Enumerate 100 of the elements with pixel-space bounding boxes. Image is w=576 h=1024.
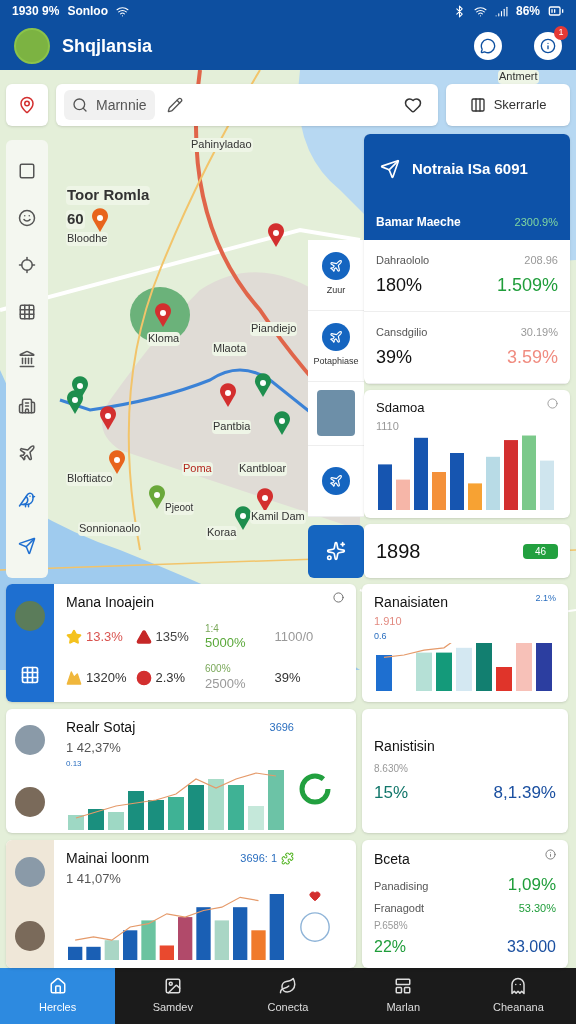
shape-icon — [322, 252, 350, 281]
circle-icon — [298, 910, 332, 944]
card-title: Bceta — [374, 850, 410, 869]
side-tile[interactable]: Potaphiase — [308, 311, 364, 383]
nav-icon — [279, 976, 297, 995]
photo-placeholder — [317, 390, 355, 437]
metric-note: 30.19% — [520, 324, 558, 340]
ring-chart-icon — [298, 771, 332, 806]
metric-label: Panadising — [374, 879, 429, 894]
pin-button[interactable] — [6, 84, 48, 126]
avatar[interactable] — [14, 28, 50, 64]
chart-bar — [178, 917, 193, 960]
chart-bar — [148, 799, 164, 830]
photo-placeholder — [15, 601, 45, 631]
summary-title: Notraia ISa 6091 — [412, 158, 528, 179]
nav-tab[interactable]: Hercles — [0, 968, 116, 1024]
chart-bar — [396, 479, 410, 510]
search-text: Marnnie — [96, 95, 147, 115]
battery-percent: 86% — [515, 3, 540, 20]
layout-button[interactable]: Skerrarle — [446, 84, 570, 126]
photo-placeholder — [15, 787, 45, 817]
tool-icon[interactable] — [18, 490, 36, 509]
chart-label: 3696: 1 — [240, 851, 277, 867]
send-icon — [380, 159, 400, 179]
tool-icon[interactable] — [18, 396, 36, 415]
puzzle-icon — [281, 852, 294, 865]
nav-tab[interactable]: Conecta — [230, 968, 346, 1024]
map-pin-icon[interactable] — [268, 223, 284, 247]
chart-bar — [233, 907, 248, 960]
heart-icon — [309, 890, 321, 902]
shape-icon — [322, 323, 350, 352]
circle-icon — [333, 592, 344, 603]
chart-bar — [468, 483, 482, 510]
pencil-icon[interactable] — [166, 97, 183, 113]
tool-icon[interactable] — [18, 443, 36, 462]
status-pill: 46 — [522, 543, 558, 559]
map-label: 60 — [66, 210, 85, 229]
photo-placeholder — [15, 725, 45, 755]
side-tile[interactable]: Zuur — [308, 240, 364, 312]
map-pin-icon[interactable] — [100, 406, 116, 430]
tool-icon[interactable] — [18, 303, 36, 322]
map-pin-icon[interactable] — [92, 208, 108, 232]
nav-icon — [163, 976, 182, 995]
metric-change: 1.509% — [496, 274, 558, 298]
stat-value: 13.3% — [86, 629, 123, 646]
chart-bar — [376, 655, 392, 691]
map-label: Koraa — [206, 526, 238, 540]
chart-reading: 1.910 — [374, 614, 403, 629]
side-tile[interactable] — [308, 445, 364, 517]
columns-icon — [469, 97, 486, 113]
nav-tab[interactable]: Marlan — [345, 968, 461, 1024]
map-pin-icon[interactable] — [274, 411, 290, 435]
wifi-icon — [473, 4, 487, 18]
add-button[interactable] — [308, 524, 364, 578]
map-pin-icon[interactable] — [109, 450, 125, 474]
chat-button[interactable] — [474, 32, 502, 60]
chart-bar — [516, 643, 532, 691]
tool-icon[interactable] — [18, 349, 36, 368]
map-pin-icon[interactable] — [67, 390, 83, 414]
nav-icon — [394, 976, 413, 995]
map-label: Poma — [182, 462, 213, 476]
map-pin-icon[interactable] — [155, 303, 171, 327]
chart-bar — [268, 769, 284, 830]
tool-icon[interactable] — [18, 537, 36, 556]
map-pin-icon[interactable] — [149, 485, 165, 509]
tool-icon[interactable] — [18, 256, 36, 275]
status-time: 1930 9% — [12, 3, 60, 20]
chart-bar — [208, 778, 224, 830]
tool-icon[interactable] — [18, 209, 36, 228]
wifi-icon — [116, 4, 130, 18]
chart-bar — [251, 930, 266, 960]
axis-label: 0.13 — [66, 757, 83, 770]
summary-change: 2300.9% — [514, 214, 558, 230]
map-pin-icon[interactable] — [235, 506, 251, 530]
stat-value: 5000% — [205, 635, 246, 652]
stat-value: 2.3% — [155, 669, 186, 686]
total-value: 1898 — [376, 539, 421, 564]
photo-placeholder — [15, 857, 45, 887]
map-pin-icon[interactable] — [220, 383, 236, 407]
tool-icon[interactable] — [18, 162, 36, 181]
chart-bar — [540, 460, 554, 510]
map-label: Mlaota — [212, 342, 248, 356]
chart-bar — [436, 652, 452, 691]
metric-note: 8.630% — [374, 762, 409, 777]
chart-bar — [504, 440, 518, 510]
search-field[interactable]: Marnnie — [64, 90, 155, 120]
chart-bar — [214, 920, 229, 960]
heart-icon[interactable] — [404, 96, 422, 114]
nav-tab[interactable]: Cheanana — [460, 968, 576, 1024]
map-label: Kamil Dam — [250, 510, 306, 524]
metric-note: P.658% — [374, 919, 409, 933]
nav-tab[interactable]: Samdev — [115, 968, 231, 1024]
metric-value: 8,1.39% — [493, 782, 556, 805]
chart-bar — [168, 796, 184, 830]
battery-icon — [548, 3, 564, 19]
stat-value: 1320% — [86, 669, 127, 686]
map-label: Bloodhe — [66, 232, 109, 246]
stat-note: 600% — [205, 663, 232, 676]
notification-badge: 1 — [554, 26, 568, 40]
map-pin-icon[interactable] — [255, 373, 271, 397]
